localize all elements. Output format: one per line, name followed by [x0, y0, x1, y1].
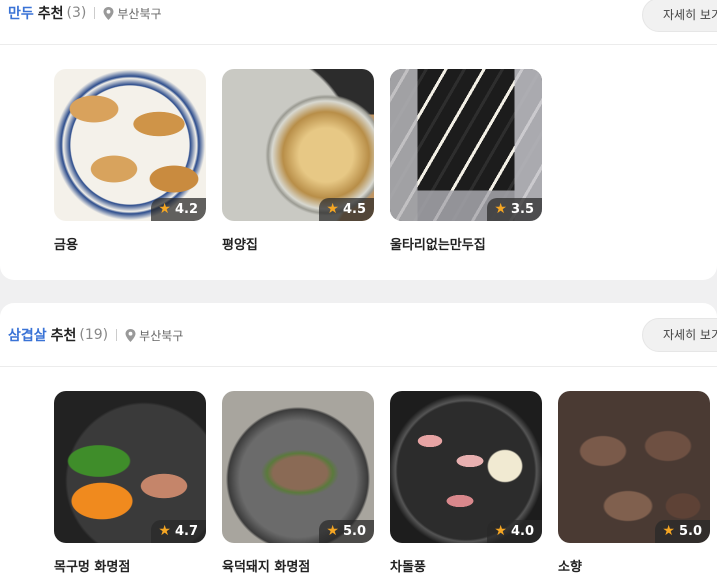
restaurant-card[interactable]: ★ 4.0 차돌풍 — [390, 391, 542, 575]
rating-value: 4.2 — [174, 201, 198, 217]
restaurant-photo[interactable]: ★ 4.0 — [390, 391, 542, 543]
restaurant-name[interactable]: 울타리없는만두집 — [390, 234, 542, 253]
location-label: 부산북구 — [117, 6, 162, 21]
section-title: 만두 추천 (3) 부산북구 — [8, 3, 162, 23]
star-icon: ★ — [662, 523, 675, 539]
divider — [94, 7, 96, 19]
restaurant-photo[interactable]: ★ 5.0 — [558, 391, 710, 543]
restaurant-photo[interactable]: ★ 5.0 — [222, 391, 374, 543]
restaurant-name[interactable]: 평양집 — [222, 234, 374, 253]
restaurant-card[interactable]: ★ 5.0 육덕돼지 화명점 — [222, 391, 374, 575]
section-count: (19) — [79, 327, 109, 343]
section-suffix: 추천 — [50, 328, 77, 344]
section-title: 삼겹살 추천 (19) 부산북구 — [8, 325, 183, 345]
section-keyword: 만두 — [8, 6, 34, 22]
restaurant-name[interactable]: 소향 — [558, 556, 710, 575]
more-button[interactable]: 자세히 보기 — [642, 318, 717, 352]
restaurant-name[interactable]: 육덕돼지 화명점 — [222, 556, 374, 575]
map-pin-icon — [125, 328, 136, 342]
restaurant-card[interactable]: ★ 3.5 울타리없는만두집 — [390, 69, 542, 253]
more-button[interactable]: 자세히 보기 — [642, 0, 717, 32]
restaurant-photo[interactable]: ★ 4.5 — [222, 69, 374, 221]
section-location: 부산북구 — [125, 327, 183, 344]
section-location: 부산북구 — [103, 5, 162, 22]
restaurant-photo[interactable]: ★ 3.5 — [390, 69, 542, 221]
location-label: 부산북구 — [139, 328, 184, 343]
rating-value: 5.0 — [342, 523, 366, 539]
rating-value: 4.7 — [174, 523, 198, 539]
rating-badge: ★ 5.0 — [655, 520, 710, 543]
rating-value: 4.0 — [510, 523, 534, 539]
recommendation-section-samgyeopsal: 삼겹살 추천 (19) 부산북구 자세히 보기 ★ 4.7 목구멍 화명점 ★ 5.… — [0, 303, 717, 582]
section-header: 만두 추천 (3) 부산북구 자세히 보기 — [0, 0, 717, 45]
star-icon: ★ — [158, 523, 171, 539]
star-icon: ★ — [494, 523, 507, 539]
restaurant-name[interactable]: 목구멍 화명점 — [54, 556, 206, 575]
star-icon: ★ — [326, 523, 339, 539]
rating-badge: ★ 4.0 — [487, 520, 542, 543]
restaurant-photo[interactable]: ★ 4.2 — [54, 69, 206, 221]
rating-value: 5.0 — [678, 523, 702, 539]
restaurant-card[interactable]: ★ 4.2 금용 — [54, 69, 206, 253]
restaurant-photo[interactable]: ★ 4.7 — [54, 391, 206, 543]
restaurant-list: ★ 4.7 목구멍 화명점 ★ 5.0 육덕돼지 화명점 ★ 4.0 차돌풍 ★ 5.0… — [54, 391, 717, 575]
restaurant-name[interactable]: 차돌풍 — [390, 556, 542, 575]
rating-badge: ★ 3.5 — [487, 198, 542, 221]
section-count: (3) — [66, 5, 87, 21]
section-suffix: 추천 — [37, 6, 64, 22]
section-header: 삼겹살 추천 (19) 부산북구 자세히 보기 — [0, 303, 717, 367]
restaurant-name[interactable]: 금용 — [54, 234, 206, 253]
star-icon: ★ — [326, 201, 339, 217]
divider — [116, 329, 118, 341]
rating-value: 3.5 — [510, 201, 534, 217]
restaurant-card[interactable]: ★ 5.0 소향 — [558, 391, 710, 575]
star-icon: ★ — [158, 201, 171, 217]
map-pin-icon — [103, 6, 114, 20]
rating-value: 4.5 — [342, 201, 366, 217]
star-icon: ★ — [494, 201, 507, 217]
restaurant-card[interactable]: ★ 4.5 평양집 — [222, 69, 374, 253]
restaurant-list: ★ 4.2 금용 ★ 4.5 평양집 ★ 3.5 울타리없는만두집 — [54, 69, 558, 253]
rating-badge: ★ 4.2 — [151, 198, 206, 221]
rating-badge: ★ 5.0 — [319, 520, 374, 543]
rating-badge: ★ 4.7 — [151, 520, 206, 543]
restaurant-card[interactable]: ★ 4.7 목구멍 화명점 — [54, 391, 206, 575]
rating-badge: ★ 4.5 — [319, 198, 374, 221]
section-keyword: 삼겹살 — [8, 328, 47, 344]
recommendation-section-mandu: 만두 추천 (3) 부산북구 자세히 보기 ★4.2 금용 ★4.5 평양집 — [0, 0, 717, 280]
